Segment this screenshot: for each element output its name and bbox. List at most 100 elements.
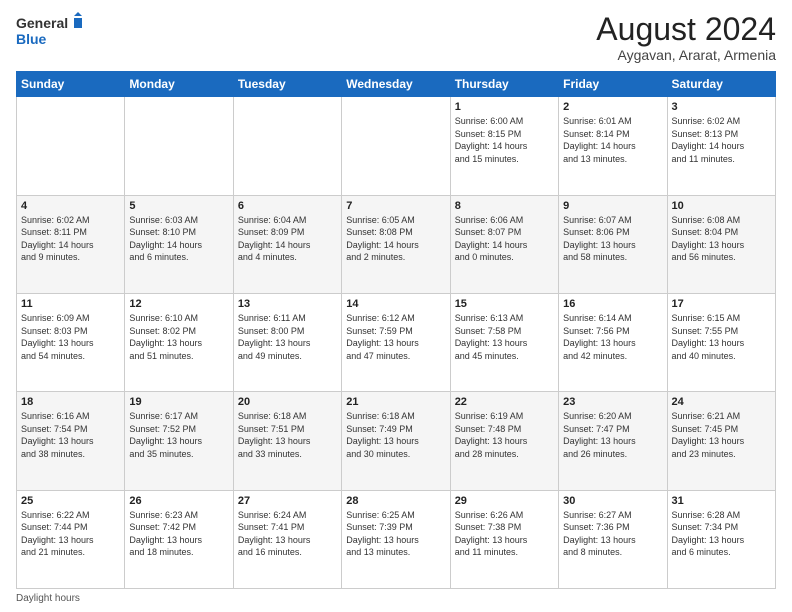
day-number: 19 bbox=[129, 396, 228, 408]
calendar-cell: 12 Sunrise: 6:10 AM Sunset: 8:02 PM Dayli… bbox=[125, 293, 233, 391]
day-number: 12 bbox=[129, 298, 228, 310]
day-number: 30 bbox=[563, 495, 662, 507]
calendar-cell: 25Sunrise: 6:22 AM Sunset: 7:44 PM Dayli… bbox=[17, 490, 125, 588]
calendar-week-4: 18 Sunrise: 6:16 AM Sunset: 7:54 PM Dayli… bbox=[17, 392, 776, 490]
calendar-cell: 1Sunrise: 6:00 AM Sunset: 8:15 PM Daylig… bbox=[450, 97, 558, 195]
day-info: Sunrise: 6:09 AM Sunset: 8:03 PM Dayligh… bbox=[21, 312, 120, 362]
day-number: 25 bbox=[21, 495, 120, 507]
day-info: Sunrise: 6:20 AM Sunset: 7:47 PM Dayligh… bbox=[563, 410, 662, 460]
day-number: 7 bbox=[346, 200, 445, 212]
calendar-cell: 29Sunrise: 6:26 AM Sunset: 7:38 PM Dayli… bbox=[450, 490, 558, 588]
calendar-cell: 11 Sunrise: 6:09 AM Sunset: 8:03 PM Dayli… bbox=[17, 293, 125, 391]
header-row: Sunday Monday Tuesday Wednesday Thursday… bbox=[17, 72, 776, 97]
day-info: Sunrise: 6:11 AM Sunset: 8:00 PM Dayligh… bbox=[238, 312, 337, 362]
header: General Blue August 2024 Aygavan, Ararat… bbox=[16, 12, 776, 63]
day-info: Sunrise: 6:04 AM Sunset: 8:09 PM Dayligh… bbox=[238, 214, 337, 264]
footer-note: Daylight hours bbox=[16, 593, 776, 604]
calendar-cell: 13 Sunrise: 6:11 AM Sunset: 8:00 PM Dayli… bbox=[233, 293, 341, 391]
day-number: 8 bbox=[455, 200, 554, 212]
day-number: 16 bbox=[563, 298, 662, 310]
day-info: Sunrise: 6:24 AM Sunset: 7:41 PM Dayligh… bbox=[238, 509, 337, 559]
day-info: Sunrise: 6:28 AM Sunset: 7:34 PM Dayligh… bbox=[672, 509, 771, 559]
calendar-cell: 23 Sunrise: 6:20 AM Sunset: 7:47 PM Dayli… bbox=[559, 392, 667, 490]
day-number: 13 bbox=[238, 298, 337, 310]
day-number: 15 bbox=[455, 298, 554, 310]
day-info: Sunrise: 6:18 AM Sunset: 7:49 PM Dayligh… bbox=[346, 410, 445, 460]
col-tuesday: Tuesday bbox=[233, 72, 341, 97]
day-info: Sunrise: 6:23 AM Sunset: 7:42 PM Dayligh… bbox=[129, 509, 228, 559]
day-info: Sunrise: 6:16 AM Sunset: 7:54 PM Dayligh… bbox=[21, 410, 120, 460]
calendar-cell: 24 Sunrise: 6:21 AM Sunset: 7:45 PM Dayli… bbox=[667, 392, 775, 490]
day-info: Sunrise: 6:02 AM Sunset: 8:13 PM Dayligh… bbox=[672, 115, 771, 165]
calendar: Sunday Monday Tuesday Wednesday Thursday… bbox=[16, 71, 776, 604]
calendar-table: Sunday Monday Tuesday Wednesday Thursday… bbox=[16, 71, 776, 589]
calendar-cell: 21 Sunrise: 6:18 AM Sunset: 7:49 PM Dayli… bbox=[342, 392, 450, 490]
calendar-cell: 5Sunrise: 6:03 AM Sunset: 8:10 PM Daylig… bbox=[125, 195, 233, 293]
calendar-cell: 3 Sunrise: 6:02 AM Sunset: 8:13 PM Daylig… bbox=[667, 97, 775, 195]
day-number: 14 bbox=[346, 298, 445, 310]
day-info: Sunrise: 6:02 AM Sunset: 8:11 PM Dayligh… bbox=[21, 214, 120, 264]
calendar-cell: 15Sunrise: 6:13 AM Sunset: 7:58 PM Dayli… bbox=[450, 293, 558, 391]
day-number: 10 bbox=[672, 200, 771, 212]
day-number: 11 bbox=[21, 298, 120, 310]
calendar-cell: 19Sunrise: 6:17 AM Sunset: 7:52 PM Dayli… bbox=[125, 392, 233, 490]
day-number: 23 bbox=[563, 396, 662, 408]
calendar-cell: 20Sunrise: 6:18 AM Sunset: 7:51 PM Dayli… bbox=[233, 392, 341, 490]
day-number: 29 bbox=[455, 495, 554, 507]
day-number: 6 bbox=[238, 200, 337, 212]
day-number: 17 bbox=[672, 298, 771, 310]
page-title: August 2024 bbox=[596, 12, 776, 47]
day-number: 27 bbox=[238, 495, 337, 507]
calendar-week-3: 11 Sunrise: 6:09 AM Sunset: 8:03 PM Dayli… bbox=[17, 293, 776, 391]
day-info: Sunrise: 6:27 AM Sunset: 7:36 PM Dayligh… bbox=[563, 509, 662, 559]
calendar-cell: 9 Sunrise: 6:07 AM Sunset: 8:06 PM Daylig… bbox=[559, 195, 667, 293]
day-info: Sunrise: 6:08 AM Sunset: 8:04 PM Dayligh… bbox=[672, 214, 771, 264]
calendar-cell: 8Sunrise: 6:06 AM Sunset: 8:07 PM Daylig… bbox=[450, 195, 558, 293]
calendar-cell: 26 Sunrise: 6:23 AM Sunset: 7:42 PM Dayli… bbox=[125, 490, 233, 588]
day-number: 24 bbox=[672, 396, 771, 408]
calendar-cell: 4 Sunrise: 6:02 AM Sunset: 8:11 PM Daylig… bbox=[17, 195, 125, 293]
col-saturday: Saturday bbox=[667, 72, 775, 97]
day-number: 3 bbox=[672, 101, 771, 113]
day-info: Sunrise: 6:01 AM Sunset: 8:14 PM Dayligh… bbox=[563, 115, 662, 165]
day-number: 18 bbox=[21, 396, 120, 408]
col-wednesday: Wednesday bbox=[342, 72, 450, 97]
title-block: August 2024 Aygavan, Ararat, Armenia bbox=[596, 12, 776, 63]
day-number: 4 bbox=[21, 200, 120, 212]
calendar-cell: 2 Sunrise: 6:01 AM Sunset: 8:14 PM Daylig… bbox=[559, 97, 667, 195]
day-info: Sunrise: 6:10 AM Sunset: 8:02 PM Dayligh… bbox=[129, 312, 228, 362]
day-number: 26 bbox=[129, 495, 228, 507]
col-monday: Monday bbox=[125, 72, 233, 97]
day-number: 1 bbox=[455, 101, 554, 113]
logo: General Blue bbox=[16, 12, 86, 50]
day-number: 21 bbox=[346, 396, 445, 408]
calendar-week-2: 4 Sunrise: 6:02 AM Sunset: 8:11 PM Daylig… bbox=[17, 195, 776, 293]
day-number: 9 bbox=[563, 200, 662, 212]
day-number: 2 bbox=[563, 101, 662, 113]
calendar-cell: 30 Sunrise: 6:27 AM Sunset: 7:36 PM Dayli… bbox=[559, 490, 667, 588]
calendar-cell bbox=[125, 97, 233, 195]
svg-text:Blue: Blue bbox=[16, 31, 47, 47]
calendar-week-1: 1Sunrise: 6:00 AM Sunset: 8:15 PM Daylig… bbox=[17, 97, 776, 195]
calendar-cell: 18 Sunrise: 6:16 AM Sunset: 7:54 PM Dayli… bbox=[17, 392, 125, 490]
calendar-cell: 22Sunrise: 6:19 AM Sunset: 7:48 PM Dayli… bbox=[450, 392, 558, 490]
day-info: Sunrise: 6:07 AM Sunset: 8:06 PM Dayligh… bbox=[563, 214, 662, 264]
calendar-cell: 7Sunrise: 6:05 AM Sunset: 8:08 PM Daylig… bbox=[342, 195, 450, 293]
day-number: 31 bbox=[672, 495, 771, 507]
calendar-cell: 17 Sunrise: 6:15 AM Sunset: 7:55 PM Dayli… bbox=[667, 293, 775, 391]
logo-svg: General Blue bbox=[16, 12, 86, 50]
day-info: Sunrise: 6:25 AM Sunset: 7:39 PM Dayligh… bbox=[346, 509, 445, 559]
calendar-cell: 6 Sunrise: 6:04 AM Sunset: 8:09 PM Daylig… bbox=[233, 195, 341, 293]
calendar-cell: 28Sunrise: 6:25 AM Sunset: 7:39 PM Dayli… bbox=[342, 490, 450, 588]
day-info: Sunrise: 6:21 AM Sunset: 7:45 PM Dayligh… bbox=[672, 410, 771, 460]
calendar-cell: 31 Sunrise: 6:28 AM Sunset: 7:34 PM Dayli… bbox=[667, 490, 775, 588]
page-subtitle: Aygavan, Ararat, Armenia bbox=[596, 47, 776, 63]
day-number: 5 bbox=[129, 200, 228, 212]
calendar-cell bbox=[342, 97, 450, 195]
calendar-cell: 27 Sunrise: 6:24 AM Sunset: 7:41 PM Dayli… bbox=[233, 490, 341, 588]
calendar-cell: 14 Sunrise: 6:12 AM Sunset: 7:59 PM Dayli… bbox=[342, 293, 450, 391]
col-sunday: Sunday bbox=[17, 72, 125, 97]
day-info: Sunrise: 6:15 AM Sunset: 7:55 PM Dayligh… bbox=[672, 312, 771, 362]
calendar-cell bbox=[17, 97, 125, 195]
day-info: Sunrise: 6:12 AM Sunset: 7:59 PM Dayligh… bbox=[346, 312, 445, 362]
